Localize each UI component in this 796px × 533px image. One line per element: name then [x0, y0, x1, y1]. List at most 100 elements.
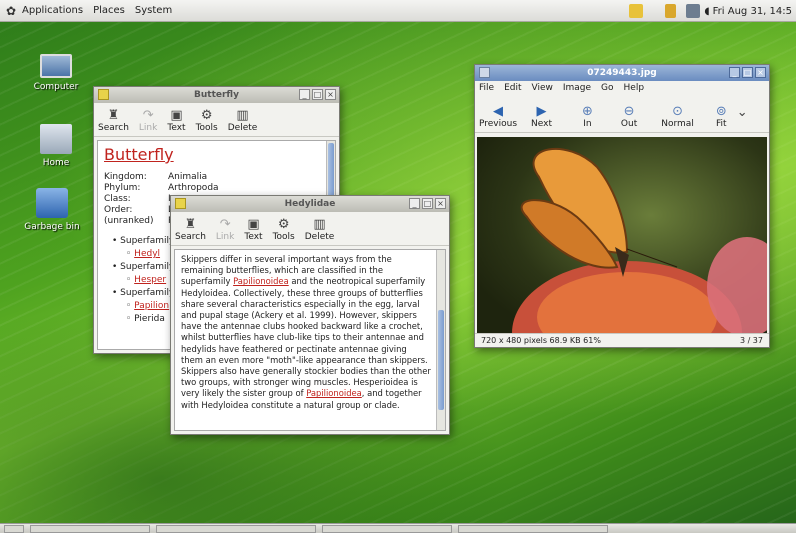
- desktop-icon-computer[interactable]: Computer: [26, 54, 86, 92]
- hedylidae-titlebar[interactable]: Hedylidae _ □ ×: [171, 196, 449, 212]
- papilionoidea-link[interactable]: Papilionoidea: [306, 388, 362, 398]
- delete-button[interactable]: ▥ Delete: [305, 217, 335, 242]
- toolbar-overflow-button[interactable]: ⌄: [737, 105, 748, 120]
- taxonomy-value: Animalia: [168, 172, 208, 182]
- eye-of-gnome-icon: [479, 67, 490, 78]
- zoom-in-button[interactable]: ⊕ In: [582, 104, 593, 129]
- taskbar-item[interactable]: [458, 524, 608, 533]
- clock[interactable]: Fri Aug 31, 14:5: [713, 6, 792, 17]
- window-title: Hedylidae: [284, 199, 336, 209]
- image-info: 720 x 480 pixels 68.9 KB 61%: [481, 336, 601, 345]
- notes-icon[interactable]: [629, 4, 644, 18]
- tool-label: Out: [620, 119, 638, 129]
- minimize-button[interactable]: _: [729, 67, 740, 78]
- previous-button[interactable]: ◀ Previous: [479, 104, 517, 129]
- hedylidae-note-content[interactable]: Skippers differ in several important way…: [174, 249, 446, 431]
- tools-icon: ⚙: [277, 217, 290, 232]
- list-item-label: Superfamily: [120, 236, 175, 246]
- delete-button[interactable]: ▥ Delete: [228, 108, 258, 133]
- close-button[interactable]: ×: [435, 198, 446, 209]
- taxonomy-row: Phylum: Arthropoda: [104, 183, 335, 194]
- paragraph-text: and the neotropical superfamily Hedyloid…: [181, 276, 431, 399]
- taskbar-item[interactable]: [156, 524, 316, 533]
- image-viewer-window[interactable]: 07249443.jpg _ □ × File Edit View Image …: [474, 64, 770, 348]
- zoom-fit-button[interactable]: ⊚ Fit: [716, 104, 727, 129]
- butterfly-toolbar: ♜ Search ↷ Link ▣ Text ⚙ Tools ▥ Delete: [94, 103, 339, 137]
- image-viewer-titlebar[interactable]: 07249443.jpg _ □ ×: [475, 65, 769, 81]
- notes-app-icon: [175, 198, 186, 209]
- next-button[interactable]: ▶ Next: [531, 104, 552, 129]
- trash-icon: [36, 188, 68, 218]
- minimize-button[interactable]: _: [299, 89, 310, 100]
- minimize-button[interactable]: _: [409, 198, 420, 209]
- places-menu-label: Places: [93, 5, 125, 16]
- maximize-button[interactable]: □: [312, 89, 323, 100]
- menu-go[interactable]: Go: [601, 83, 613, 93]
- link-arrow-icon: ↷: [219, 217, 231, 232]
- maximize-button[interactable]: □: [742, 67, 753, 78]
- zoom-normal-icon: ⊙: [672, 104, 683, 119]
- system-menu[interactable]: System: [135, 5, 172, 16]
- text-button[interactable]: ▣ Text: [244, 217, 262, 242]
- close-button[interactable]: ×: [755, 67, 766, 78]
- desktop-icon-label: Home: [42, 158, 70, 168]
- lock-icon[interactable]: [665, 4, 677, 18]
- menu-file[interactable]: File: [479, 83, 494, 93]
- tool-label: Text: [167, 123, 186, 133]
- menu-image[interactable]: Image: [563, 83, 591, 93]
- tool-label: Search: [98, 123, 129, 133]
- list-item-label: Superfamily: [120, 288, 175, 298]
- zoom-out-icon: ⊖: [623, 104, 635, 119]
- link-button[interactable]: ↷ Link: [216, 217, 234, 242]
- zoom-normal-button[interactable]: ⊙ Normal: [661, 104, 694, 129]
- zoom-out-button[interactable]: ⊖ Out: [621, 104, 637, 129]
- tool-label: Previous: [479, 119, 518, 129]
- image-viewer-menubar: File Edit View Image Go Help: [475, 81, 769, 95]
- taxon-link[interactable]: Papilion: [134, 301, 169, 311]
- network-icon[interactable]: [686, 4, 701, 18]
- tool-label: Link: [138, 123, 158, 133]
- menu-view[interactable]: View: [532, 83, 553, 93]
- window-title: 07249443.jpg: [587, 68, 657, 78]
- butterfly-titlebar[interactable]: Butterfly _ □ ×: [94, 87, 339, 103]
- volume-icon[interactable]: ◖: [704, 6, 709, 17]
- window-title: Butterfly: [194, 90, 239, 100]
- taskbar-item[interactable]: [30, 524, 150, 533]
- papilionoidea-link[interactable]: Papilionoidea: [233, 276, 289, 286]
- taxonomy-key: Kingdom:: [104, 172, 147, 182]
- taxon-link[interactable]: Hedyl: [134, 249, 160, 259]
- binoculars-icon: ♜: [184, 217, 197, 232]
- show-desktop-button[interactable]: [4, 524, 24, 533]
- search-button[interactable]: ♜ Search: [98, 108, 129, 133]
- scroll-thumb[interactable]: [438, 310, 444, 410]
- menu-edit[interactable]: Edit: [504, 83, 521, 93]
- maximize-button[interactable]: □: [422, 198, 433, 209]
- taxon-link[interactable]: Hesper: [134, 275, 166, 285]
- system-menu-label: System: [134, 5, 173, 16]
- tool-label: Delete: [227, 123, 258, 133]
- applications-menu-label: Applications: [22, 5, 84, 16]
- menu-help[interactable]: Help: [624, 83, 645, 93]
- search-button[interactable]: ♜ Search: [175, 217, 206, 242]
- image-viewer-statusbar: 720 x 480 pixels 68.9 KB 61% 3 / 37: [475, 333, 769, 347]
- places-menu[interactable]: Places: [93, 5, 125, 16]
- close-button[interactable]: ×: [325, 89, 336, 100]
- arrow-left-icon: ◀: [493, 104, 504, 119]
- hedylidae-window[interactable]: Hedylidae _ □ × ♜ Search ↷ Link ▣ Text ⚙ Too…: [170, 195, 450, 435]
- tool-label: Link: [215, 232, 235, 242]
- chevron-down-icon: ⌄: [736, 104, 748, 120]
- arrow-right-icon: ▶: [536, 104, 547, 119]
- tool-label: Normal: [661, 119, 694, 129]
- desktop-icon-home[interactable]: Home: [26, 124, 86, 168]
- link-button[interactable]: ↷ Link: [139, 108, 157, 133]
- hedylidae-toolbar: ♜ Search ↷ Link ▣ Text ⚙ Tools ▥ Delete: [171, 212, 449, 246]
- applications-menu[interactable]: ✿ Applications: [6, 5, 83, 17]
- desktop-icon-garbage-bin[interactable]: Garbage bin: [22, 188, 82, 232]
- gnome-foot-icon: ✿: [6, 3, 17, 18]
- vertical-scrollbar[interactable]: [436, 250, 445, 430]
- tools-icon: ⚙: [200, 108, 213, 123]
- tools-button[interactable]: ⚙ Tools: [196, 108, 218, 133]
- taskbar-item[interactable]: [322, 524, 452, 533]
- tools-button[interactable]: ⚙ Tools: [273, 217, 295, 242]
- text-button[interactable]: ▣ Text: [167, 108, 185, 133]
